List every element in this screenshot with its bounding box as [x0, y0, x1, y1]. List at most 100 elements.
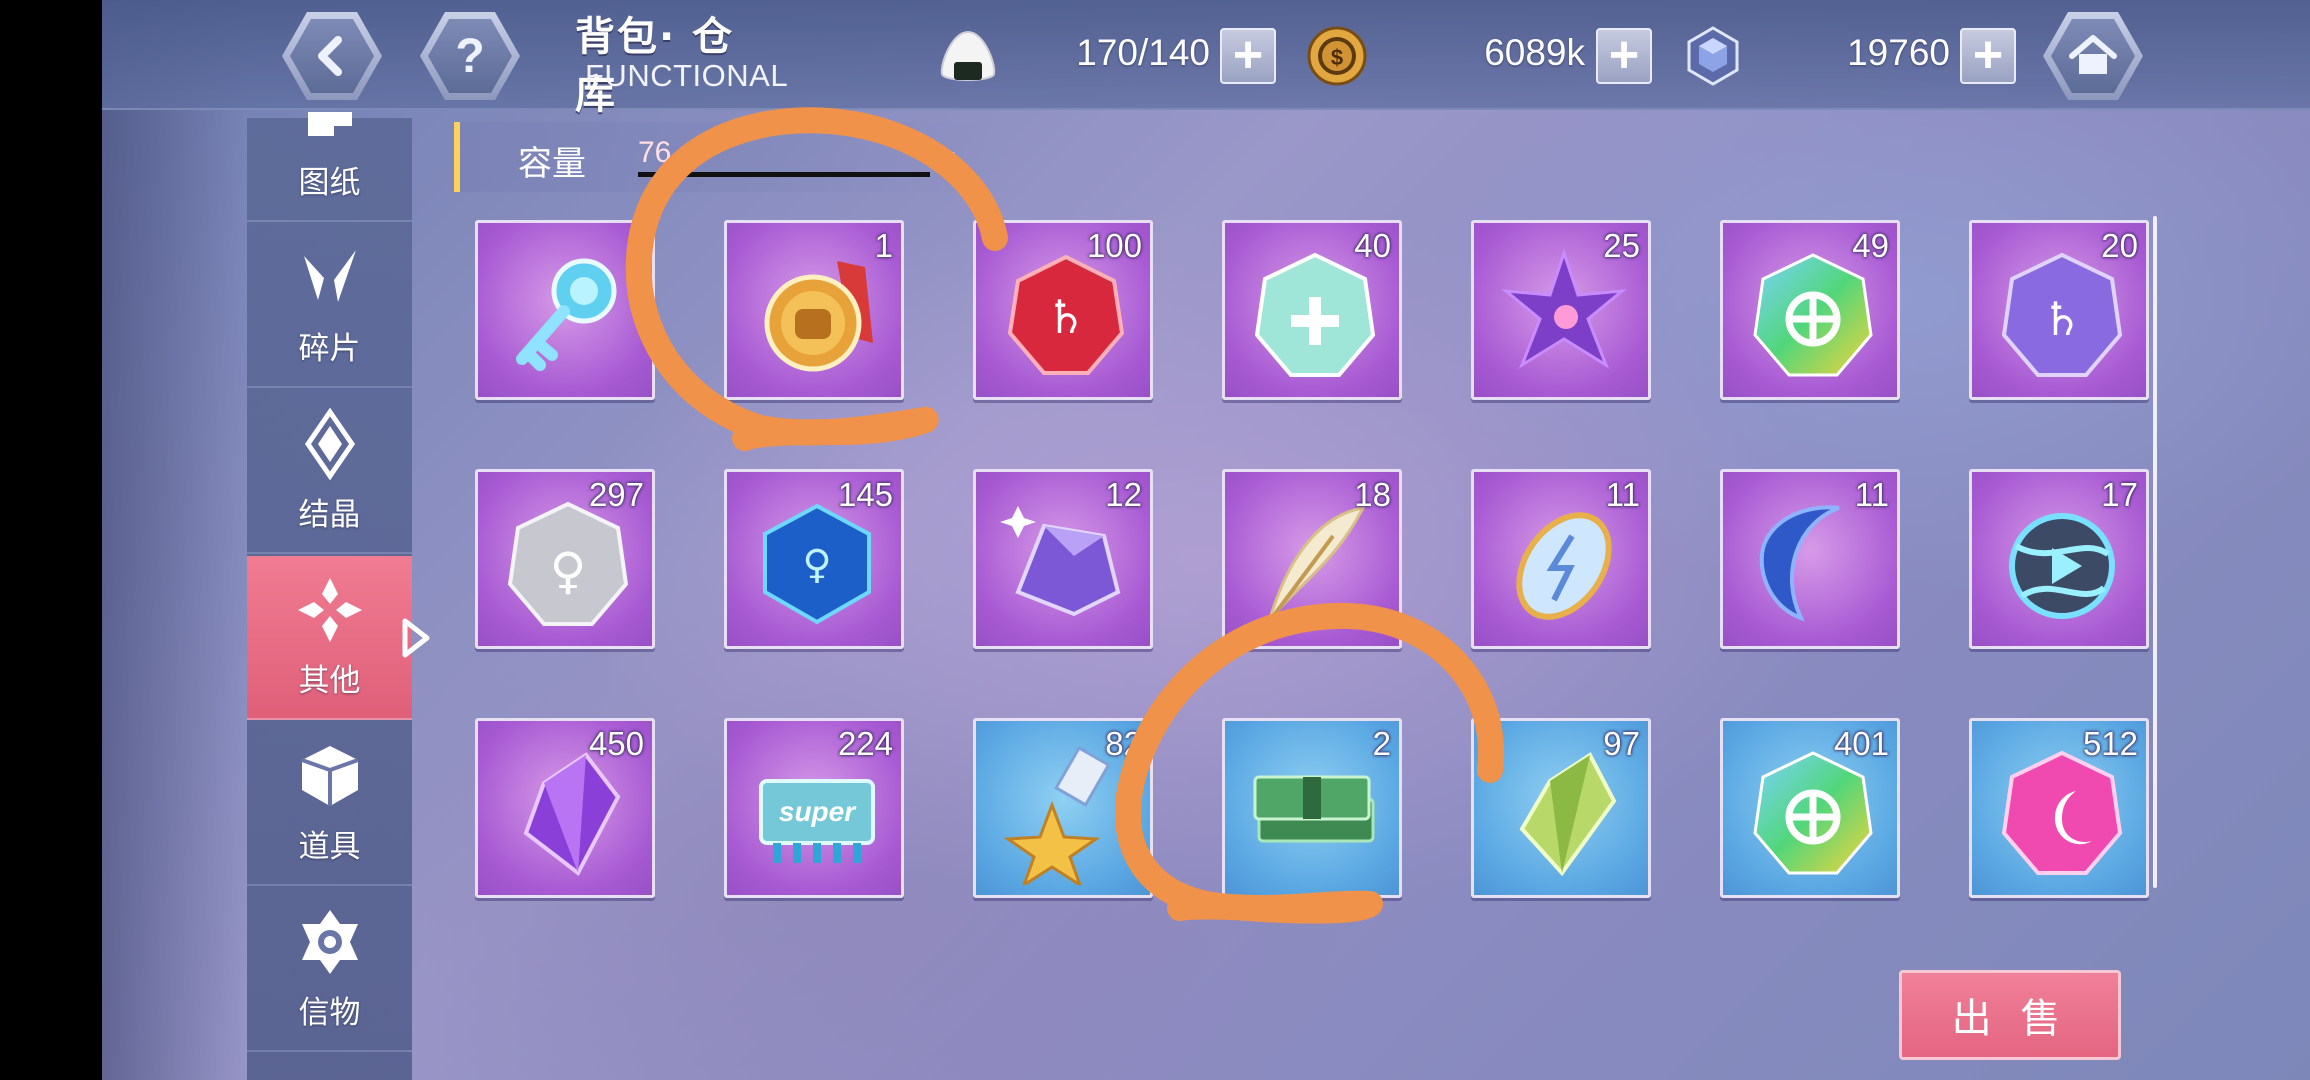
item-count: 2	[1372, 725, 1391, 762]
cube-icon	[301, 746, 359, 806]
inventory-slot[interactable]: 40	[1222, 220, 1402, 400]
amethyst-shard-icon	[523, 752, 621, 877]
crystal-gem-icon	[1687, 26, 1739, 86]
item-count: 224	[837, 725, 893, 762]
super-chip-icon: super	[759, 779, 875, 863]
sidebar-item-label: 其他	[298, 663, 361, 699]
item-count: 25	[1603, 227, 1640, 264]
inventory-slot[interactable]: ♀ 145	[724, 469, 904, 649]
sidebar-item-label: 信物	[298, 995, 361, 1031]
inventory-slot[interactable]: 11	[1471, 469, 1651, 649]
page-subtitle: FUNCTIONAL	[585, 58, 789, 93]
rainbow-gem-icon	[1753, 253, 1873, 377]
blueprint-icon	[308, 112, 352, 136]
sidebar-item-token[interactable]: 信物	[247, 888, 412, 1052]
inventory-slot[interactable]: 17	[1969, 469, 2149, 649]
inventory-slot[interactable]: 401	[1720, 718, 1900, 898]
sidebar-item-label: 碎片	[298, 331, 361, 367]
help-label: ?	[455, 29, 485, 83]
add-gem-button[interactable]: +	[1960, 28, 2016, 84]
crystal-icon	[304, 408, 356, 480]
inventory-slot[interactable]: 1	[724, 220, 904, 400]
capacity-max: 7	[940, 146, 956, 177]
sparkle-cross-icon	[298, 578, 362, 642]
sidebar-item-shard[interactable]: 碎片	[247, 224, 412, 388]
capacity-bar: 容量 76 7	[454, 122, 1014, 192]
inventory-slot[interactable]: 512	[1969, 718, 2149, 898]
svg-text:♄: ♄	[2041, 292, 2082, 346]
inventory-slot[interactable]: 82	[973, 718, 1153, 898]
shard-icon	[304, 250, 356, 302]
purple-saturn-gem-icon: ♄	[2001, 252, 2123, 377]
pink-moon-gem-icon	[2001, 750, 2123, 875]
item-count: 18	[1354, 476, 1391, 513]
inventory-slot[interactable]: ♄ 100	[973, 220, 1153, 400]
add-stamina-button[interactable]: +	[1220, 28, 1276, 84]
sidebar-item-other[interactable]: 其他	[247, 556, 412, 720]
active-tab-indicator-icon	[402, 618, 430, 658]
item-count: 450	[588, 725, 644, 762]
svg-text:♄: ♄	[1045, 290, 1086, 344]
item-count: 82	[1105, 725, 1142, 762]
capacity-fill	[638, 172, 930, 177]
item-count: 12	[1105, 476, 1142, 513]
caged-orb-icon	[2009, 513, 2115, 619]
coin-value: 6089k	[1484, 32, 1585, 73]
item-count: 145	[837, 476, 893, 513]
inventory-slot[interactable]	[475, 220, 655, 400]
blue-dice-icon: ♀	[763, 503, 871, 625]
item-count: 100	[1086, 227, 1142, 264]
chevron-left-icon	[318, 36, 342, 76]
stamina-value: 170/140	[1076, 32, 1210, 73]
crescent-icon	[1759, 505, 1840, 622]
gem-value: 19760	[1847, 32, 1950, 73]
item-count: 297	[588, 476, 644, 513]
item-count: 17	[2101, 476, 2138, 513]
inventory-slot[interactable]: 2	[1222, 718, 1402, 898]
inventory-slot[interactable]: 49	[1720, 220, 1900, 400]
inventory-slot[interactable]: 18	[1222, 469, 1402, 649]
purple-cube-gem-icon	[1000, 506, 1121, 617]
inventory-slot[interactable]: 97	[1471, 718, 1651, 898]
sidebar-item-crystal[interactable]: 结晶	[247, 390, 412, 554]
inventory-slot[interactable]: ♀ 297	[475, 469, 655, 649]
lightning-crystal-icon	[1516, 512, 1612, 620]
item-count: 1	[874, 227, 893, 264]
inventory-slot[interactable]: 12	[973, 469, 1153, 649]
rainbow-gem-icon	[1753, 751, 1873, 875]
star-crystal-icon	[1501, 248, 1627, 369]
item-count: 20	[2101, 227, 2138, 264]
inventory-slot[interactable]: 450	[475, 718, 655, 898]
item-count: 11	[1605, 476, 1640, 513]
svg-text:♀: ♀	[550, 542, 587, 600]
inventory-slot[interactable]: 25	[1471, 220, 1651, 400]
cash-stack-icon	[1253, 775, 1375, 843]
category-sidebar: 图纸 碎片 结晶 其他 道具 信物	[247, 112, 412, 1080]
rice-ball-icon	[940, 30, 996, 81]
svg-text:super: super	[779, 796, 857, 827]
capacity-track	[638, 172, 930, 177]
sidebar-item-label: 图纸	[298, 165, 361, 201]
item-count: 97	[1603, 725, 1640, 762]
silver-venus-gem-icon: ♀	[507, 501, 629, 626]
feather-icon	[1267, 506, 1366, 624]
inventory-slot[interactable]: ♄ 20	[1969, 220, 2149, 400]
red-saturn-gem-icon: ♄	[1007, 254, 1125, 375]
inventory-slot[interactable]: 11	[1720, 469, 1900, 649]
item-count: 512	[2082, 725, 2138, 762]
fist-medal-icon	[764, 261, 873, 372]
scrollbar[interactable]	[2153, 216, 2157, 888]
item-count: 401	[1833, 725, 1889, 762]
sidebar-item-label: 道具	[298, 829, 361, 865]
sell-button[interactable]: 出 售	[1899, 970, 2121, 1060]
gem-key-icon	[516, 258, 617, 371]
inventory-slot[interactable]: super 224	[724, 718, 904, 898]
add-coin-button[interactable]: +	[1596, 28, 1652, 84]
sidebar-item-props[interactable]: 道具	[247, 722, 412, 886]
svg-text:$: $	[1331, 45, 1343, 70]
star-medal-icon	[1003, 745, 1111, 885]
sidebar-item-blueprint[interactable]: 图纸	[247, 112, 412, 222]
home-icon	[2069, 35, 2117, 74]
coin-icon: $	[1307, 26, 1367, 86]
capacity-value: 76	[638, 136, 672, 169]
